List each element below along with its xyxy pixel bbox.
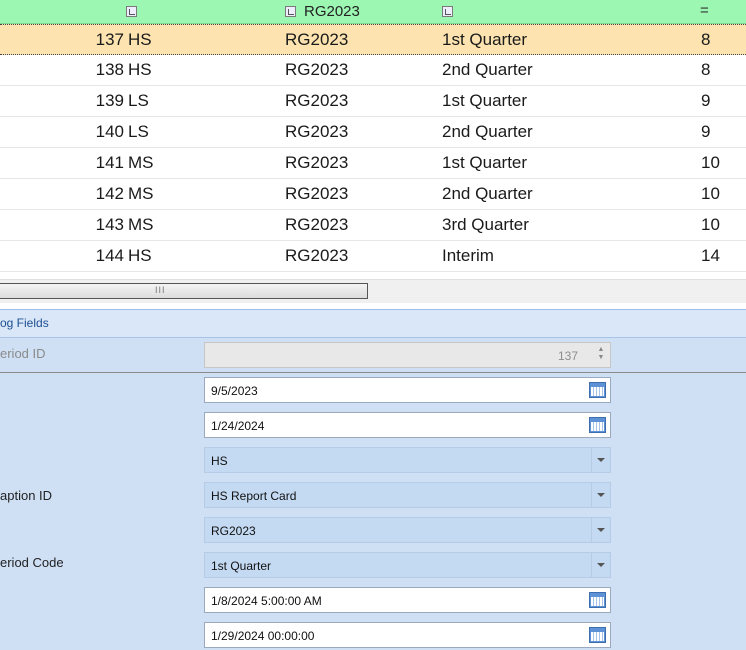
separator bbox=[0, 372, 746, 373]
label-period-code: eriod Code bbox=[0, 555, 64, 570]
filter-icon[interactable] bbox=[285, 6, 296, 17]
datetime-value-1: 1/8/2024 5:00:00 AM bbox=[211, 594, 322, 608]
period-id-spin-field: 137 ▲ ▼ bbox=[204, 342, 611, 368]
caption-combo[interactable]: HS Report Card bbox=[204, 482, 611, 508]
cell-id: 140 bbox=[95, 122, 124, 141]
cell-code: RG2023 bbox=[285, 30, 349, 49]
calendar-icon[interactable] bbox=[589, 417, 606, 433]
cell-grade: 8 bbox=[701, 30, 711, 49]
school-value: HS bbox=[211, 454, 228, 468]
cell-grade: 10 bbox=[701, 215, 720, 234]
filter-cell-code[interactable]: RG2023 bbox=[285, 0, 360, 23]
end-date-field[interactable]: 1/24/2024 bbox=[204, 412, 611, 438]
cell-grade: 8 bbox=[701, 60, 711, 79]
table-row[interactable]: 144 HS RG2023 Interim 14 bbox=[0, 241, 746, 272]
datetime-value-2: 1/29/2024 00:00:00 bbox=[211, 629, 315, 643]
cell-code: RG2023 bbox=[285, 60, 349, 79]
period-id-value: 137 bbox=[557, 349, 578, 363]
scrollbar-grip: III bbox=[155, 285, 166, 295]
datetime-field-2[interactable]: 1/29/2024 00:00:00 bbox=[204, 622, 611, 648]
label-period-id: eriod ID bbox=[0, 346, 46, 361]
calendar-icon[interactable] bbox=[589, 627, 606, 643]
cell-code: RG2023 bbox=[285, 184, 349, 203]
group-title: og Fields bbox=[0, 316, 49, 330]
cell-id: 137 bbox=[95, 30, 124, 49]
cell-code: RG2023 bbox=[285, 153, 349, 172]
cell-id: 138 bbox=[95, 60, 124, 79]
cell-period: 2nd Quarter bbox=[442, 122, 533, 141]
cell-period: 2nd Quarter bbox=[442, 60, 533, 79]
cell-school: HS bbox=[128, 60, 152, 79]
chevron-down-icon[interactable] bbox=[591, 518, 610, 542]
table-row[interactable]: 142 MS RG2023 2nd Quarter 10 bbox=[0, 179, 746, 210]
filter-operator-equals[interactable]: = bbox=[700, 2, 709, 19]
cell-id: 139 bbox=[95, 91, 124, 110]
cell-school: LS bbox=[128, 91, 149, 110]
scrollbar-thumb[interactable]: III bbox=[0, 283, 368, 299]
cell-school: HS bbox=[128, 246, 152, 265]
cell-id: 143 bbox=[95, 215, 124, 234]
cell-school: MS bbox=[128, 215, 154, 234]
detail-form: og Fields eriod ID 137 ▲ ▼ 9/5/2023 1/24/… bbox=[0, 309, 746, 650]
period-code-value: 1st Quarter bbox=[211, 559, 272, 573]
code-combo[interactable]: RG2023 bbox=[204, 517, 611, 543]
table-row[interactable]: 141 MS RG2023 1st Quarter 10 bbox=[0, 148, 746, 179]
cell-period: Interim bbox=[442, 246, 494, 265]
start-date-value: 9/5/2023 bbox=[211, 384, 258, 398]
cell-id: 144 bbox=[95, 246, 124, 265]
group-header: og Fields bbox=[0, 310, 746, 338]
calendar-icon[interactable] bbox=[589, 382, 606, 398]
cell-code: RG2023 bbox=[285, 122, 349, 141]
filter-cell-school[interactable] bbox=[126, 0, 137, 23]
cell-grade: 14 bbox=[701, 246, 720, 265]
cell-grade: 10 bbox=[701, 184, 720, 203]
datetime-field-1[interactable]: 1/8/2024 5:00:00 AM bbox=[204, 587, 611, 613]
cell-school: MS bbox=[128, 184, 154, 203]
filter-cell-period[interactable] bbox=[442, 0, 453, 23]
cell-period: 2nd Quarter bbox=[442, 184, 533, 203]
cell-period: 3rd Quarter bbox=[442, 215, 529, 234]
calendar-icon[interactable] bbox=[589, 592, 606, 608]
cell-code: RG2023 bbox=[285, 215, 349, 234]
horizontal-scrollbar[interactable]: III bbox=[0, 279, 746, 303]
chevron-down-icon[interactable] bbox=[591, 553, 610, 577]
cell-school: LS bbox=[128, 122, 149, 141]
cell-period: 1st Quarter bbox=[442, 91, 528, 110]
start-date-field[interactable]: 9/5/2023 bbox=[204, 377, 611, 403]
cell-code: RG2023 bbox=[285, 91, 349, 110]
filter-icon[interactable] bbox=[442, 6, 453, 17]
table-row[interactable]: 140 LS RG2023 2nd Quarter 9 bbox=[0, 117, 746, 148]
table-row[interactable]: 143 MS RG2023 3rd Quarter 10 bbox=[0, 210, 746, 241]
school-combo[interactable]: HS bbox=[204, 447, 611, 473]
spin-arrows-icon: ▲ ▼ bbox=[597, 346, 605, 361]
cell-period: 1st Quarter bbox=[442, 30, 528, 49]
table-row[interactable]: 139 LS RG2023 1st Quarter 9 bbox=[0, 86, 746, 117]
caption-value: HS Report Card bbox=[211, 489, 297, 503]
chevron-down-icon[interactable] bbox=[591, 448, 610, 472]
period-code-combo[interactable]: 1st Quarter bbox=[204, 552, 611, 578]
filter-icon[interactable] bbox=[126, 6, 137, 17]
cell-id: 141 bbox=[95, 153, 124, 172]
filter-row[interactable]: RG2023 = bbox=[0, 0, 746, 24]
end-date-value: 1/24/2024 bbox=[211, 419, 265, 433]
grid-body: 137 HS RG2023 1st Quarter 8 138 HS RG202… bbox=[0, 24, 746, 274]
label-caption-id: aption ID bbox=[0, 488, 53, 503]
cell-grade: 9 bbox=[701, 122, 711, 141]
cell-school: MS bbox=[128, 153, 154, 172]
cell-code: RG2023 bbox=[285, 246, 349, 265]
cell-id: 142 bbox=[95, 184, 124, 203]
filter-code-value[interactable]: RG2023 bbox=[304, 3, 360, 20]
cell-period: 1st Quarter bbox=[442, 153, 528, 172]
code-value: RG2023 bbox=[211, 524, 256, 538]
table-row[interactable]: 138 HS RG2023 2nd Quarter 8 bbox=[0, 55, 746, 86]
cell-grade: 10 bbox=[701, 153, 720, 172]
chevron-down-icon[interactable] bbox=[591, 483, 610, 507]
table-row[interactable]: 137 HS RG2023 1st Quarter 8 bbox=[0, 24, 746, 55]
cell-grade: 9 bbox=[701, 91, 711, 110]
cell-school: HS bbox=[128, 30, 152, 49]
